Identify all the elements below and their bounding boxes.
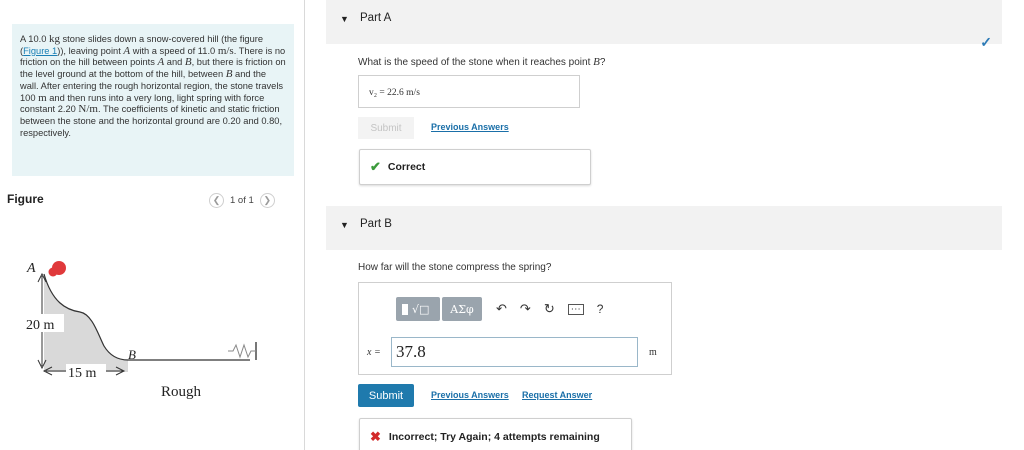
part-b-label: Part B <box>360 218 392 230</box>
label-width: 15 m <box>68 366 97 381</box>
unit-label: m <box>649 347 657 358</box>
help-icon[interactable]: ? <box>597 302 604 316</box>
problem-text: A 10.0 <box>20 34 49 44</box>
question-var: B <box>593 56 600 68</box>
prev-figure-button[interactable]: ❮ <box>209 193 224 208</box>
undo-icon[interactable]: ↶ <box>496 301 507 317</box>
figure-pager: ❮ 1 of 1 ❯ <box>209 193 275 208</box>
label-b: B <box>128 347 136 362</box>
part-b-header[interactable]: ▼ Part B <box>326 206 1002 250</box>
figure-link[interactable]: Figure 1 <box>23 46 57 56</box>
redo-icon[interactable]: ↷ <box>520 301 531 317</box>
point-b-symbol: B <box>184 56 192 69</box>
label-a: A <box>26 261 36 276</box>
reset-icon[interactable]: ↻ <box>544 301 555 317</box>
unit-kg: kg <box>48 33 60 45</box>
pager-label: 1 of 1 <box>230 195 254 206</box>
label-rough: Rough <box>161 384 202 400</box>
collapse-triangle-icon[interactable]: ▼ <box>340 220 349 230</box>
problem-statement: A 10.0 kg stone slides down a snow-cover… <box>12 24 294 176</box>
unit-nm: N/m <box>78 103 98 116</box>
unit-ms: m/s <box>217 44 234 57</box>
right-panel: ▼ Part A ✓ What is the speed of the ston… <box>306 0 1024 450</box>
hill-figure: A 20 m B 15 m Rough <box>24 261 257 400</box>
figure-title: Figure <box>7 192 44 206</box>
part-b-answer-panel: √□ ΑΣφ ↶ ↷ ↻ ⋯ ? x = 37.8 m <box>358 282 672 375</box>
part-b-submit-button[interactable]: Submit <box>358 384 414 407</box>
part-a-submit-button[interactable]: Submit <box>358 117 414 139</box>
left-panel: A 10.0 kg stone slides down a snow-cover… <box>0 0 305 450</box>
part-a-feedback: ✔ Correct <box>359 149 591 185</box>
spring-icon <box>228 343 256 359</box>
question-text: What is the speed of the stone when it r… <box>358 57 594 68</box>
label-height: 20 m <box>26 318 55 333</box>
request-answer-link[interactable]: Request Answer <box>522 390 592 400</box>
part-a-answer: v₂ = 22.6 m/s <box>358 75 580 108</box>
feedback-text: Correct <box>387 161 426 173</box>
next-figure-button[interactable]: ❯ <box>259 193 275 208</box>
part-a-header[interactable]: ▼ Part A ✓ <box>326 0 1002 50</box>
part-b-question: How far will the stone compress the spri… <box>358 262 552 273</box>
variable-label: x = <box>367 347 381 358</box>
collapse-triangle-icon[interactable]: ▼ <box>340 14 349 24</box>
part-a-question: What is the speed of the stone when it r… <box>358 56 605 68</box>
keyboard-icon[interactable]: ⋯ <box>567 303 584 315</box>
problem-text: and <box>164 57 185 68</box>
greek-symbols-button[interactable]: ΑΣφ <box>442 297 482 321</box>
part-b-previous-answers-link[interactable]: Previous Answers <box>431 390 509 400</box>
figure-header: Figure ❮ 1 of 1 ❯ <box>0 190 294 210</box>
unit-m: m <box>38 91 47 104</box>
part-a-previous-answers-link[interactable]: Previous Answers <box>431 122 509 132</box>
question-text: ? <box>599 57 606 68</box>
template-block-icon <box>402 303 408 315</box>
checkmark-icon: ✔ <box>370 159 381 174</box>
part-complete-check-icon: ✓ <box>980 34 992 50</box>
math-toolbar: √□ ΑΣφ ↶ ↷ ↻ ⋯ ? <box>396 297 603 321</box>
part-b-feedback: ✖ Incorrect; Try Again; 4 attempts remai… <box>359 418 632 450</box>
problem-text: )), leaving point <box>57 45 124 56</box>
part-a-label: Part A <box>360 12 392 24</box>
feedback-text: Incorrect; Try Again; 4 attempts remaini… <box>388 431 600 443</box>
templates-label: √□ <box>412 302 430 316</box>
templates-button[interactable]: √□ <box>396 297 440 321</box>
problem-text: with a speed of 11.0 <box>130 45 218 56</box>
answer-input[interactable]: 37.8 <box>391 337 638 367</box>
cross-icon: ✖ <box>370 429 381 444</box>
